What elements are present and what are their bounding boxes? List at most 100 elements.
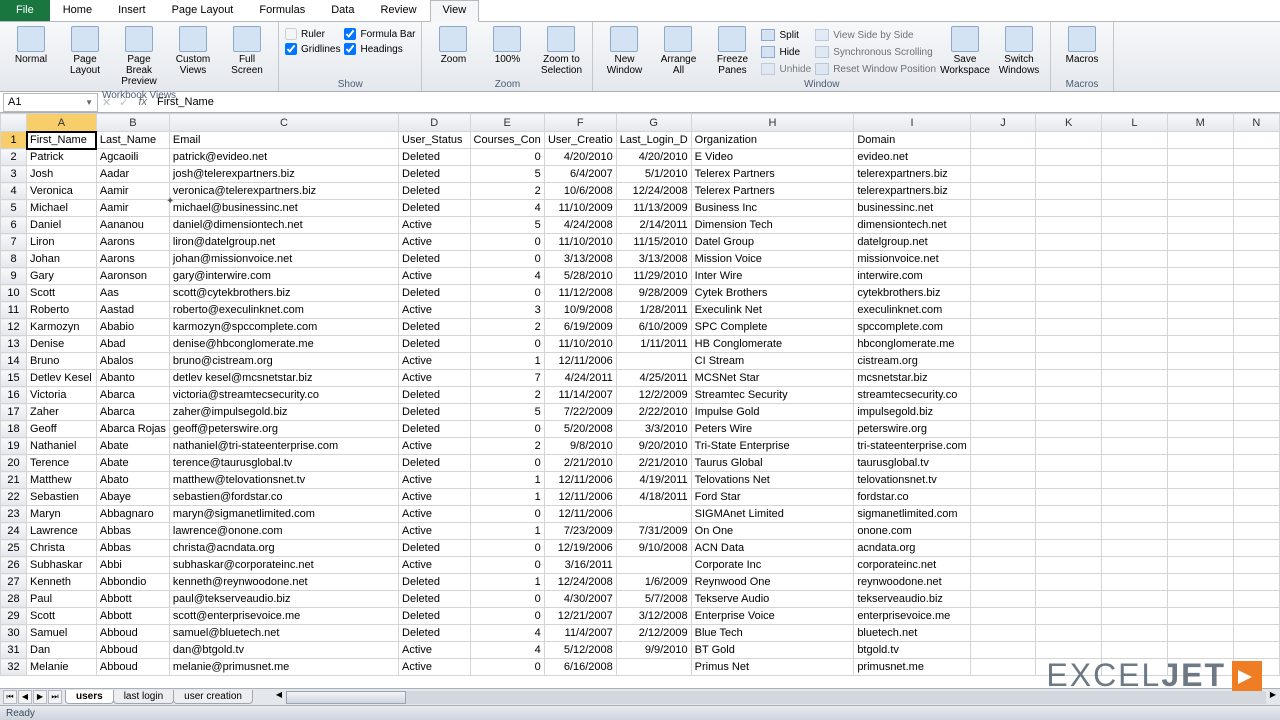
cell[interactable] (1167, 149, 1233, 166)
cell[interactable]: Aamir (96, 200, 169, 217)
cell[interactable]: 6/19/2009 (544, 319, 616, 336)
cell[interactable] (1167, 642, 1233, 659)
cell[interactable]: Active (399, 353, 471, 370)
cell[interactable]: Organization (691, 132, 854, 149)
cell[interactable] (1102, 319, 1168, 336)
cell[interactable]: 2 (470, 319, 544, 336)
cell[interactable]: evideo.net (854, 149, 970, 166)
cell[interactable]: SPC Complete (691, 319, 854, 336)
cell[interactable] (1233, 506, 1279, 523)
cell[interactable] (1167, 234, 1233, 251)
gridlines-checkbox[interactable]: Gridlines (285, 43, 340, 55)
cell[interactable] (970, 268, 1036, 285)
cell[interactable]: User_Status (399, 132, 471, 149)
cell[interactable]: Deleted (399, 166, 471, 183)
cell[interactable]: Deleted (399, 608, 471, 625)
cell[interactable]: Roberto (27, 302, 97, 319)
cell[interactable]: 0 (470, 285, 544, 302)
scroll-right-icon[interactable]: ▶ (1266, 690, 1280, 699)
cell[interactable]: 9/28/2009 (616, 285, 691, 302)
cell[interactable]: Deleted (399, 591, 471, 608)
cell[interactable] (1233, 608, 1279, 625)
cell[interactable]: Execulink Net (691, 302, 854, 319)
cell[interactable]: 11/29/2010 (616, 268, 691, 285)
cell[interactable] (1167, 217, 1233, 234)
cell[interactable] (1167, 132, 1233, 149)
cell[interactable]: Business Inc (691, 200, 854, 217)
cell[interactable] (1102, 387, 1168, 404)
cell[interactable]: roberto@execulinknet.com (169, 302, 398, 319)
cell[interactable] (970, 523, 1036, 540)
freeze-panes-button[interactable]: Freeze Panes (707, 24, 757, 78)
cell[interactable]: 0 (470, 540, 544, 557)
cell[interactable]: Scott (27, 285, 97, 302)
cell[interactable]: 12/11/2006 (544, 353, 616, 370)
cell[interactable] (1167, 506, 1233, 523)
cell[interactable] (970, 387, 1036, 404)
tab-home[interactable]: Home (50, 0, 105, 21)
cell[interactable] (1233, 387, 1279, 404)
cell[interactable]: execulinknet.com (854, 302, 970, 319)
cell[interactable]: Lawrence (27, 523, 97, 540)
cell[interactable] (970, 574, 1036, 591)
zoom-100-button[interactable]: 100% (482, 24, 532, 67)
cell[interactable]: 0 (470, 149, 544, 166)
col-header-E[interactable]: E (470, 114, 544, 132)
cell[interactable]: datelgroup.net (854, 234, 970, 251)
cell[interactable] (1167, 251, 1233, 268)
cell[interactable]: acndata.org (854, 540, 970, 557)
cell[interactable] (1233, 200, 1279, 217)
row-header[interactable]: 9 (1, 268, 27, 285)
cell[interactable] (1233, 149, 1279, 166)
cell[interactable] (1167, 608, 1233, 625)
cell[interactable]: 4 (470, 642, 544, 659)
cell[interactable]: nathaniel@tri-stateenterprise.com (169, 438, 398, 455)
cell[interactable]: 1 (470, 489, 544, 506)
cell[interactable] (1167, 370, 1233, 387)
cell[interactable] (970, 183, 1036, 200)
cell[interactable]: 4/30/2007 (544, 591, 616, 608)
cell[interactable]: Corporate Inc (691, 557, 854, 574)
cell[interactable]: Telerex Partners (691, 166, 854, 183)
cell[interactable]: Reynwood One (691, 574, 854, 591)
cell[interactable] (1167, 540, 1233, 557)
cell[interactable] (1167, 421, 1233, 438)
row-header[interactable]: 21 (1, 472, 27, 489)
cell[interactable]: bluetech.net (854, 625, 970, 642)
cell[interactable]: 12/19/2006 (544, 540, 616, 557)
cell[interactable]: Deleted (399, 387, 471, 404)
cell[interactable]: Impulse Gold (691, 404, 854, 421)
cell[interactable]: Victoria (27, 387, 97, 404)
cell[interactable] (1036, 268, 1102, 285)
cell[interactable] (970, 506, 1036, 523)
cell[interactable]: 2 (470, 183, 544, 200)
cell[interactable] (970, 149, 1036, 166)
cell[interactable]: Active (399, 506, 471, 523)
cell[interactable]: victoria@streamtecsecurity.co (169, 387, 398, 404)
hide-button[interactable]: Hide (761, 45, 811, 59)
cell[interactable]: Aamir (96, 183, 169, 200)
cell[interactable] (1036, 421, 1102, 438)
col-header-D[interactable]: D (399, 114, 471, 132)
cell[interactable] (1233, 540, 1279, 557)
row-header[interactable]: 27 (1, 574, 27, 591)
cell[interactable] (1036, 455, 1102, 472)
sheet-tab-user-creation[interactable]: user creation (173, 690, 253, 704)
cell[interactable]: Melanie (27, 659, 97, 676)
cell[interactable] (970, 132, 1036, 149)
cell[interactable] (1102, 642, 1168, 659)
cell[interactable]: 7/22/2009 (544, 404, 616, 421)
cell[interactable] (1233, 353, 1279, 370)
cell[interactable]: Aarons (96, 251, 169, 268)
cell[interactable]: Aaronson (96, 268, 169, 285)
col-header-L[interactable]: L (1102, 114, 1168, 132)
cell[interactable]: 12/24/2008 (544, 574, 616, 591)
cell[interactable] (1102, 302, 1168, 319)
cell[interactable]: Active (399, 523, 471, 540)
cell[interactable]: 0 (470, 421, 544, 438)
row-header[interactable]: 19 (1, 438, 27, 455)
cell[interactable] (1167, 625, 1233, 642)
sheet-tab-users[interactable]: users (65, 690, 114, 704)
sync-scroll-button[interactable]: Synchronous Scrolling (815, 45, 936, 59)
cell[interactable] (970, 166, 1036, 183)
